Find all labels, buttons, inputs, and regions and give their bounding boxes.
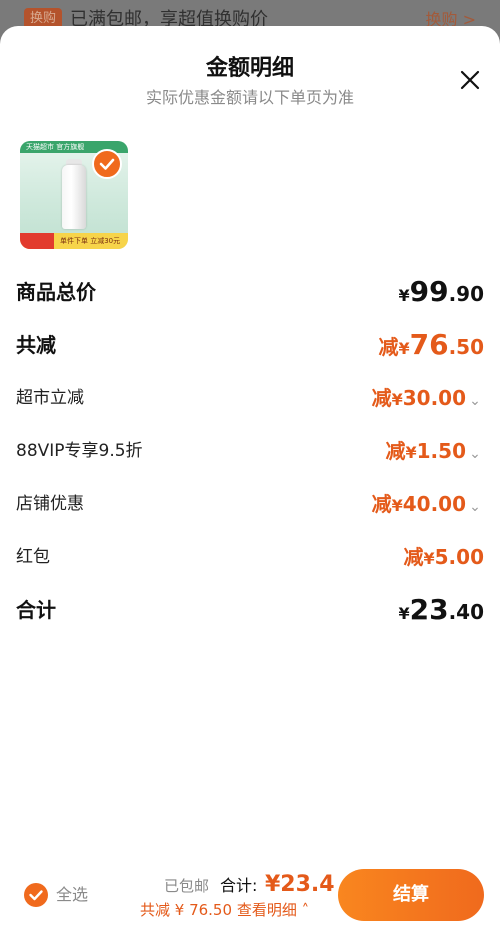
reduce-prefix: 减 <box>371 492 392 516</box>
total-price-int: 99 <box>409 275 449 308</box>
yen-sign: ¥ <box>398 339 410 358</box>
view-detail-text: 查看明细 <box>236 901 297 919</box>
yen-sign: ¥ <box>423 549 435 568</box>
chevron-up-icon: ˄ <box>296 901 310 919</box>
total-price-value: ¥99.90 <box>398 275 484 313</box>
footer-total-label: 合计: <box>220 876 258 895</box>
select-all-checkbox[interactable] <box>24 883 48 907</box>
close-icon <box>460 70 480 90</box>
row-red-packet: 红包 减¥5.00 <box>16 540 484 574</box>
store-discount-value: 减¥40.00 ⌄ <box>372 487 484 524</box>
reduce-prefix: 减 <box>403 545 424 569</box>
sheet-title: 金额明细 <box>205 56 294 81</box>
total-reduce-dec: .50 <box>448 335 484 359</box>
product-brand-text: 天猫超市 官方旗舰 <box>26 143 85 151</box>
footer-reduce-line: 共减 ¥ 76.50 查看明细 ˄ <box>140 899 309 921</box>
screen: 换购 已满包邮，享超值换购价 换购 > 金额明细 实际优惠金额请以下单页为准 天… <box>0 0 500 937</box>
view-detail-link[interactable]: 查看明细 ˄ <box>237 901 309 919</box>
sum-value: ¥23.40 <box>398 593 484 631</box>
checkout-button[interactable]: 结算 <box>338 869 484 921</box>
yen-sign: ¥ <box>405 443 417 462</box>
row-supermarket-discount[interactable]: 超市立减 减¥30.00 ⌄ <box>16 381 484 415</box>
total-reduce-label: 共减 <box>16 333 56 357</box>
supermarket-discount-amount: 30.00 <box>402 386 466 410</box>
product-promo-band: 单件下单 立减30元 <box>20 233 128 249</box>
yen-sign: ¥ <box>391 390 403 409</box>
total-price-label: 商品总价 <box>16 280 96 304</box>
total-reduce-value: 减¥76.50 <box>378 328 484 366</box>
row-sum: 合计 ¥23.40 <box>16 593 484 627</box>
store-discount-amount: 40.00 <box>402 492 466 516</box>
product-promo-text: 单件下单 立减30元 <box>60 237 121 245</box>
sum-dec: .40 <box>448 600 484 624</box>
shipping-status: 已包邮 <box>164 877 210 895</box>
yen-sign: ¥ <box>398 604 410 623</box>
red-packet-value: 减¥5.00 <box>404 540 485 576</box>
amount-detail-sheet: 金额明细 实际优惠金额请以下单页为准 天猫超市 官方旗舰 单件下单 立减30元 <box>0 26 500 937</box>
row-total-price: 商品总价 ¥99.90 <box>16 275 484 309</box>
reduce-prefix: 减 <box>371 386 392 410</box>
vip-discount-value: 减¥1.50 ⌄ <box>386 434 485 471</box>
sum-label: 合计 <box>16 598 56 622</box>
sheet-subtitle: 实际优惠金额请以下单页为准 <box>145 88 354 107</box>
select-all-label[interactable]: 全选 <box>56 883 88 907</box>
check-icon <box>29 890 43 901</box>
check-icon <box>99 158 115 170</box>
chevron-down-icon[interactable]: ⌄ <box>466 384 484 418</box>
footer-total-value: ¥23.4 <box>265 872 335 897</box>
promo-red-block <box>20 233 54 249</box>
chevron-down-icon[interactable]: ⌄ <box>466 490 484 524</box>
checkout-bar: 全选 已包邮 合计: ¥23.4 共减 ¥ 76.50 查看明细 ˄ 结算 <box>0 855 500 937</box>
close-button[interactable] <box>458 68 482 92</box>
row-vip-discount[interactable]: 88VIP专享9.5折 减¥1.50 ⌄ <box>16 434 484 468</box>
product-selected-badge[interactable] <box>92 149 122 179</box>
reduce-prefix: 减 <box>378 335 399 359</box>
supermarket-discount-value: 减¥30.00 ⌄ <box>372 381 484 418</box>
yen-sign: ¥ <box>398 286 410 305</box>
total-price-dec: .90 <box>448 282 484 306</box>
vip-discount-label: 88VIP专享9.5折 <box>16 441 143 461</box>
chevron-down-icon[interactable]: ⌄ <box>466 437 484 471</box>
footer-reduce-text: 共减 ¥ 76.50 <box>140 901 233 919</box>
vip-discount-amount: 1.50 <box>416 439 466 463</box>
reduce-prefix: 减 <box>385 439 406 463</box>
bottle-image <box>62 165 86 229</box>
red-packet-label: 红包 <box>16 547 50 567</box>
yen-sign: ¥ <box>391 496 403 515</box>
row-store-discount[interactable]: 店铺优惠 减¥40.00 ⌄ <box>16 487 484 521</box>
store-discount-label: 店铺优惠 <box>16 494 84 514</box>
total-reduce-int: 76 <box>409 328 449 361</box>
row-total-reduce: 共减 减¥76.50 <box>16 328 484 362</box>
supermarket-discount-label: 超市立减 <box>16 388 84 408</box>
sum-int: 23 <box>409 593 449 626</box>
red-packet-amount: 5.00 <box>434 545 484 569</box>
